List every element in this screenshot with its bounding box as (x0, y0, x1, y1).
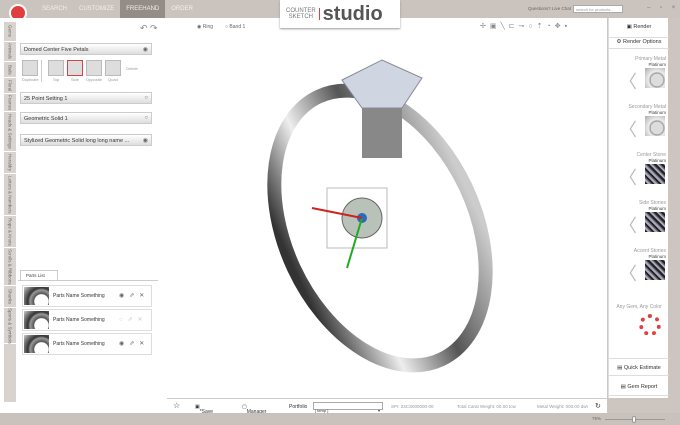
chevron-left-icon[interactable]: 〈 (619, 68, 637, 94)
nav-order[interactable]: ORDER (165, 0, 199, 18)
chevron-left-icon[interactable]: 〈 (619, 260, 637, 286)
parts-list: Parts Name Something ◉⇗✕ Parts Name Somet… (18, 280, 158, 408)
duplicate-button[interactable]: Duplicate (22, 60, 39, 82)
window-controls[interactable]: – ▫ × (647, 5, 679, 11)
zoom-level: 75% (592, 416, 602, 421)
quick-estimate-button[interactable]: ▤ Quick Estimate (609, 358, 669, 376)
chevron-left-icon[interactable]: 〈 (619, 164, 637, 190)
color-wheel-icon[interactable] (639, 314, 661, 336)
sidebar-tab[interactable]: Letters & Numbers (4, 174, 16, 216)
radio-band[interactable]: ○ Band 1 (225, 24, 245, 30)
sidebar-tab[interactable]: Sports & Symbols (4, 308, 16, 344)
material-swatch (645, 164, 665, 184)
part-thumbnail (24, 287, 49, 305)
part-actions-icons[interactable]: ◉⇗✕ (119, 292, 149, 299)
live-chat-link[interactable]: Questions? Live Chat (528, 6, 571, 11)
layer-item[interactable]: Stylized Geometric Solid long long name … (20, 134, 152, 146)
list-item[interactable]: Parts Name Something ○⇗✕ (22, 309, 152, 331)
circle-icon[interactable]: ○ (144, 115, 148, 121)
view-quad-button[interactable]: Quad (105, 60, 121, 82)
list-item[interactable]: Parts Name Something ◉⇗✕ (22, 333, 152, 355)
radio-ring[interactable]: ◉ Ring (197, 24, 213, 30)
undo-redo-icons[interactable]: ↶ ↷ (140, 23, 158, 34)
part-actions-icons[interactable]: ○⇗✕ (119, 316, 148, 323)
chevron-left-icon[interactable]: 〈 (619, 116, 637, 142)
brand-word: studio (322, 2, 383, 25)
metal-weight: Metal Weight: 000.00 dwt (537, 404, 588, 409)
sidebar-tab[interactable]: Gems (4, 22, 16, 42)
viewport-toolbar-icons[interactable]: ✢▣╲⊏⊸○⇡◔✥▪ (480, 22, 571, 30)
layer-item[interactable]: 25 Point Setting 1 ○ (20, 92, 152, 104)
layer-item[interactable]: Geometric Solid 1 ○ (20, 112, 152, 124)
eye-icon[interactable]: ◉ (143, 46, 148, 53)
eye-icon[interactable]: ◉ (143, 137, 148, 144)
material-swatch (645, 260, 665, 280)
nav-search[interactable]: SEARCH (36, 0, 73, 18)
part-thumbnail (24, 335, 49, 353)
portfolio-label: Portfolio (289, 404, 308, 410)
sidebar-tab[interactable]: Heads & Settings (4, 112, 16, 152)
view-top-button[interactable]: Top (48, 60, 64, 82)
manager-button[interactable]: ▢ Manager (242, 404, 266, 415)
material-swatch (645, 212, 665, 232)
sidebar-tab[interactable]: Frames (4, 94, 16, 112)
top-bar: SEARCH CUSTOMIZE FREEHAND ORDER COUNTER S… (0, 0, 680, 28)
sidebar-tab[interactable]: Animals (4, 42, 16, 62)
view-buttons: Duplicate Top Side Opposite Quad Delete (22, 60, 140, 82)
search-input[interactable]: search for products... (573, 5, 623, 13)
part-actions-icons[interactable]: ◉⇗✕ (119, 340, 149, 347)
tab-parts-list[interactable]: Parts List (20, 270, 58, 280)
spi-readout: SPI: 23CS000000-00 (391, 404, 434, 409)
bottom-toolbar: ☆ ▣ *Save ▢ Manager Portfolio [ temp ] ▾ … (167, 398, 607, 415)
refresh-icon[interactable]: ↻ (595, 402, 601, 410)
sidebar-tab[interactable]: Scrolls & Ribbons (4, 248, 16, 286)
save-button[interactable]: ▣ *Save (195, 404, 213, 415)
sidebar-tab[interactable]: Bails (4, 62, 16, 78)
chevron-left-icon[interactable]: 〈 (619, 212, 637, 238)
circle-icon[interactable]: ○ (144, 95, 148, 101)
sidebar-tab[interactable]: Floral (4, 78, 16, 94)
any-gem-label: Any Gem, Any Color (616, 304, 662, 310)
layer-name: Domed Center Five Petals (24, 47, 89, 53)
brand-line2: SKETCH (288, 14, 313, 20)
render-options-button[interactable]: ⚙ Render Options (609, 39, 669, 49)
nav-freehand[interactable]: FREEHAND (120, 0, 166, 18)
material-swatch (645, 116, 665, 136)
layer-item[interactable]: Domed Center Five Petals ◉ (20, 43, 152, 55)
brand-logo: COUNTER SKETCH studio (280, 0, 400, 28)
star-icon[interactable]: ☆ (173, 401, 180, 410)
render-button[interactable]: ▣ Render (609, 24, 669, 38)
view-opposite-button[interactable]: Opposite (86, 60, 102, 82)
view-side-button[interactable]: Side (67, 60, 83, 82)
nav-customize[interactable]: CUSTOMIZE (73, 0, 120, 18)
sidebar-tab[interactable]: Rope & Knots (4, 216, 16, 248)
list-item[interactable]: Parts Name Something ◉⇗✕ (22, 285, 152, 307)
gem-report-button[interactable]: ▤ Gem Report (609, 378, 669, 396)
portfolio-select[interactable]: [ temp ] ▾ (313, 402, 383, 413)
part-thumbnail (24, 311, 49, 329)
sidebar-tab[interactable]: Shanks (4, 286, 16, 308)
status-bar (0, 413, 680, 425)
zoom-slider-handle[interactable] (632, 416, 636, 423)
material-swatch (645, 68, 665, 88)
sidebar-tab[interactable]: Heraldry (4, 152, 16, 174)
ring-model[interactable] (167, 18, 607, 398)
carat-weight: Total Carat Weight: 00.00 tcw (457, 404, 516, 409)
category-tabs: Gems Animals Bails Floral Frames Heads & Sett… (4, 22, 16, 402)
3d-viewport[interactable]: ◉ Ring ○ Band 1 (167, 18, 607, 398)
main-nav: SEARCH CUSTOMIZE FREEHAND ORDER (36, 0, 199, 18)
delete-button[interactable]: Delete (124, 60, 140, 82)
right-panel: ▣ Render ⚙ Render Options Primary Metal P… (608, 18, 669, 398)
